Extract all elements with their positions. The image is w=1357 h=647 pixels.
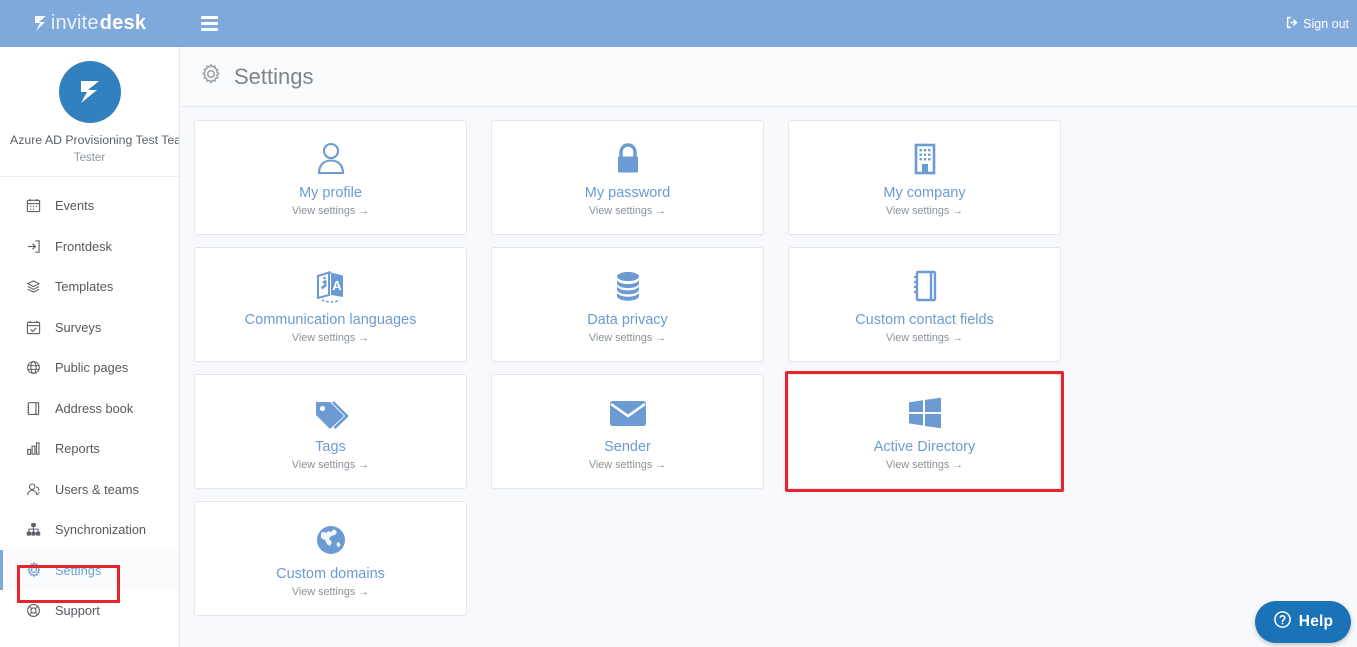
sidebar-item-surveys[interactable]: Surveys <box>0 307 179 348</box>
windows-logo-icon <box>905 392 945 434</box>
page-header: Settings <box>180 47 1357 107</box>
card-subtitle: View settings → <box>291 459 370 472</box>
sidebar-item-label: Templates <box>55 279 114 295</box>
card-subtitle: View settings → <box>291 205 370 218</box>
profile-name: Azure AD Provisioning Test Team <box>10 133 180 147</box>
sidebar-item-label: Support <box>55 603 100 619</box>
page-title: Settings <box>234 63 314 89</box>
card-subtitle: View settings → <box>588 332 667 345</box>
card-subtitle: View settings → <box>885 459 964 472</box>
gear-icon <box>200 63 222 90</box>
profile-role: Tester <box>73 152 106 165</box>
sidebar-nav: Events Frontdesk Templates Surveys Publi… <box>0 177 179 631</box>
card-subtitle: View settings → <box>588 459 667 472</box>
card-title: Tags <box>315 438 346 455</box>
tags-icon <box>310 392 352 434</box>
hamburger-menu-icon[interactable] <box>196 11 222 37</box>
card-my-password[interactable]: My password View settings → <box>491 120 764 235</box>
sidebar-item-events[interactable]: Events <box>0 185 179 226</box>
svg-text:A: A <box>332 278 342 293</box>
invitedesk-avatar-logo-icon <box>80 81 99 103</box>
card-title: My company <box>883 184 966 201</box>
sitemap-icon <box>25 521 42 538</box>
gear-icon <box>25 562 42 579</box>
question-circle-icon <box>1273 610 1292 634</box>
sign-out-label: Sign out <box>1303 16 1349 31</box>
card-subtitle: View settings → <box>291 586 370 599</box>
brand-logo[interactable]: invite desk <box>0 0 180 47</box>
sidebar-item-address-book[interactable]: Address book <box>0 388 179 429</box>
card-communication-languages[interactable]: A Communication languages View settings … <box>194 247 467 362</box>
card-sender[interactable]: Sender View settings → <box>491 374 764 489</box>
card-title: Sender <box>604 438 651 455</box>
sidebar-item-label: Frontdesk <box>55 238 112 254</box>
layers-icon <box>25 278 42 295</box>
sidebar-item-public-pages[interactable]: Public pages <box>0 347 179 388</box>
top-bar: invite desk Sign out <box>0 0 1357 47</box>
sidebar-item-templates[interactable]: Templates <box>0 266 179 307</box>
sign-out-button[interactable]: Sign out <box>1286 16 1349 32</box>
sidebar-item-support[interactable]: Support <box>0 590 179 631</box>
translate-icon: A <box>310 265 352 307</box>
sidebar-item-label: Surveys <box>55 319 102 335</box>
sidebar: Azure AD Provisioning Test Team Tester E… <box>0 47 180 647</box>
sidebar-item-synchronization[interactable]: Synchronization <box>0 509 179 550</box>
card-title: Custom contact fields <box>855 311 994 328</box>
main-content: Settings My profile View settings → My p <box>180 47 1357 647</box>
calendar-icon <box>25 197 42 214</box>
sidebar-item-users-teams[interactable]: Users & teams <box>0 469 179 510</box>
card-custom-contact-fields[interactable]: Custom contact fields View settings → <box>788 247 1061 362</box>
settings-card-grid: My profile View settings → My password V… <box>180 107 1357 616</box>
sidebar-item-label: Public pages <box>55 360 129 376</box>
sidebar-item-label: Reports <box>55 441 100 457</box>
globe-grid-icon <box>25 359 42 376</box>
book-icon <box>25 400 42 417</box>
globe-icon <box>311 519 351 561</box>
sign-out-icon <box>1286 16 1299 32</box>
card-subtitle: View settings → <box>885 332 964 345</box>
sidebar-item-label: Users & teams <box>55 481 139 497</box>
sidebar-item-label: Events <box>55 198 95 214</box>
sidebar-item-settings[interactable]: Settings <box>0 549 179 591</box>
envelope-icon <box>606 392 650 434</box>
card-title: Custom domains <box>276 565 385 582</box>
sidebar-item-label: Settings <box>55 562 102 578</box>
calendar-check-icon <box>25 319 42 336</box>
card-data-privacy[interactable]: Data privacy View settings → <box>491 247 764 362</box>
invitedesk-logo-mark-icon <box>34 15 48 32</box>
lock-icon <box>608 138 648 180</box>
card-subtitle: View settings → <box>588 205 667 218</box>
card-subtitle: View settings → <box>885 205 964 218</box>
card-active-directory[interactable]: Active Directory View settings → <box>785 371 1064 492</box>
building-icon <box>905 138 945 180</box>
card-custom-domains[interactable]: Custom domains View settings → <box>194 501 467 616</box>
card-title: Active Directory <box>873 438 976 455</box>
avatar <box>58 61 121 123</box>
sidebar-item-label: Address book <box>55 400 134 416</box>
sidebar-profile: Azure AD Provisioning Test Team Tester <box>0 47 180 178</box>
login-arrow-icon <box>25 238 42 255</box>
card-title: My password <box>584 184 671 201</box>
card-my-profile[interactable]: My profile View settings → <box>194 120 467 235</box>
sidebar-item-reports[interactable]: Reports <box>0 428 179 469</box>
brand-text-light: invite <box>50 12 99 34</box>
sidebar-item-frontdesk[interactable]: Frontdesk <box>0 226 179 267</box>
users-icon <box>25 481 42 498</box>
card-tags[interactable]: Tags View settings → <box>194 374 467 489</box>
bar-chart-icon <box>25 440 42 457</box>
card-subtitle: View settings → <box>291 332 370 345</box>
card-my-company[interactable]: My company View settings → <box>788 120 1061 235</box>
card-title: My profile <box>299 184 362 201</box>
database-icon <box>608 265 648 307</box>
sidebar-item-label: Synchronization <box>55 522 147 538</box>
help-label: Help <box>1298 613 1334 630</box>
user-icon <box>311 138 351 180</box>
brand-text-bold: desk <box>99 12 147 34</box>
lifebuoy-icon <box>25 602 42 619</box>
help-button[interactable]: Help <box>1255 601 1351 643</box>
card-title: Communication languages <box>244 311 417 328</box>
notebook-icon <box>905 265 945 307</box>
card-title: Data privacy <box>587 311 668 328</box>
